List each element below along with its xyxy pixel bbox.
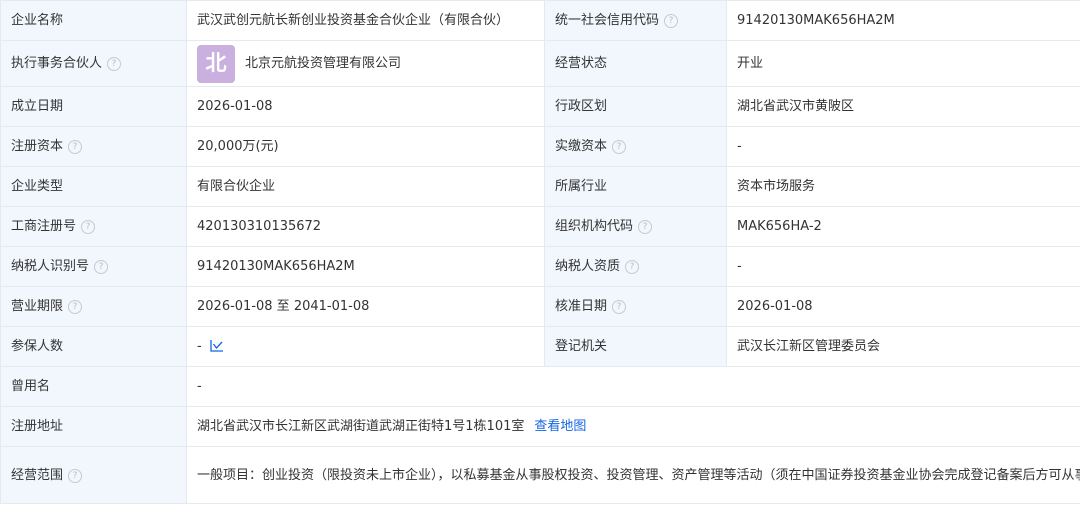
- status-label: 经营状态: [544, 40, 727, 87]
- taxpayer-qual-label: 纳税人资质: [555, 259, 621, 274]
- help-icon[interactable]: ?: [664, 14, 679, 28]
- scope-value: 一般项目：创业投资（限投资未上市企业），以私募基金从事股权投资、投资管理、资产管…: [186, 446, 1080, 504]
- credit-code-label-cell: 统一社会信用代码?: [544, 0, 727, 41]
- table-row: 企业类型 有限合伙企业 所属行业 资本市场服务: [0, 166, 1080, 207]
- company-logo-avatar[interactable]: 北: [197, 44, 235, 83]
- authority-value: 武汉长江新区管理委员会: [726, 326, 1080, 367]
- term-label: 营业期限: [11, 299, 64, 314]
- org-code-label: 组织机构代码: [555, 219, 634, 234]
- help-icon[interactable]: ?: [612, 300, 627, 314]
- founded-label: 成立日期: [0, 86, 187, 127]
- partner-value-cell: 北 北京元航投资管理有限公司: [186, 40, 545, 87]
- approval-date-label-cell: 核准日期?: [544, 286, 727, 327]
- table-row: 营业期限? 2026-01-08 至 2041-01-08 核准日期? 2026…: [0, 286, 1080, 327]
- reg-capital-value: 20,000万(元): [186, 126, 545, 167]
- business-info-table: 企业名称 武汉武创元航长新创业投资基金合伙企业（有限合伙） 统一社会信用代码? …: [0, 0, 1080, 504]
- type-label: 企业类型: [0, 166, 187, 207]
- table-row: 企业名称 武汉武创元航长新创业投资基金合伙企业（有限合伙） 统一社会信用代码? …: [0, 0, 1080, 41]
- reg-capital-label-cell: 注册资本?: [0, 126, 187, 167]
- taxpayer-id-label-cell: 纳税人识别号?: [0, 246, 187, 287]
- help-icon[interactable]: ?: [68, 468, 83, 483]
- scope-label: 经营范围: [11, 467, 64, 483]
- address-value: 湖北省武汉市长江新区武湖街道武湖正街特1号1栋101室: [197, 419, 525, 434]
- former-name-label: 曾用名: [0, 366, 187, 407]
- table-row: 工商注册号? 420130310135672 组织机构代码? MAK656HA-…: [0, 206, 1080, 247]
- help-icon[interactable]: ?: [625, 260, 640, 274]
- partner-label: 执行事务合伙人: [11, 56, 103, 71]
- former-name-value: -: [186, 366, 1080, 407]
- taxpayer-id-label: 纳税人识别号: [11, 259, 90, 274]
- industry-value: 资本市场服务: [726, 166, 1080, 207]
- partner-company-link[interactable]: 北京元航投资管理有限公司: [245, 54, 401, 73]
- help-icon[interactable]: ?: [68, 140, 83, 154]
- help-icon[interactable]: ?: [107, 57, 122, 71]
- company-name-value: 武汉武创元航长新创业投资基金合伙企业（有限合伙）: [186, 0, 545, 41]
- org-code-value: MAK656HA-2: [726, 206, 1080, 247]
- paid-capital-label-cell: 实缴资本?: [544, 126, 727, 167]
- insured-label: 参保人数: [0, 326, 187, 367]
- industry-label: 所属行业: [544, 166, 727, 207]
- company-name-label: 企业名称: [0, 0, 187, 41]
- address-label: 注册地址: [0, 406, 187, 447]
- taxpayer-qual-label-cell: 纳税人资质?: [544, 246, 727, 287]
- paid-capital-label: 实缴资本: [555, 139, 608, 154]
- reg-no-label: 工商注册号: [11, 219, 77, 234]
- table-row: 注册资本? 20,000万(元) 实缴资本? -: [0, 126, 1080, 167]
- table-row: 经营范围? 一般项目：创业投资（限投资未上市企业），以私募基金从事股权投资、投资…: [0, 446, 1080, 504]
- region-label: 行政区划: [544, 86, 727, 127]
- table-row: 成立日期 2026-01-08 行政区划 湖北省武汉市黄陂区: [0, 86, 1080, 127]
- credit-code-label: 统一社会信用代码: [555, 13, 660, 28]
- table-row: 纳税人识别号? 91420130MAK656HA2M 纳税人资质? -: [0, 246, 1080, 287]
- insured-value-cell: -: [186, 326, 545, 367]
- insured-value: -: [197, 339, 202, 354]
- partner-label-cell: 执行事务合伙人?: [0, 40, 187, 87]
- help-icon[interactable]: ?: [94, 260, 109, 274]
- table-row: 曾用名 -: [0, 366, 1080, 407]
- view-map-link[interactable]: 查看地图: [534, 419, 586, 434]
- reg-capital-label: 注册资本: [11, 139, 64, 154]
- table-row: 参保人数 - 登记机关 武汉长江新区管理委员会: [0, 326, 1080, 367]
- paid-capital-value: -: [726, 126, 1080, 167]
- reg-no-label-cell: 工商注册号?: [0, 206, 187, 247]
- credit-code-value: 91420130MAK656HA2M: [726, 0, 1080, 41]
- approval-date-value: 2026-01-08: [726, 286, 1080, 327]
- approval-date-label: 核准日期: [555, 299, 608, 314]
- help-icon[interactable]: ?: [612, 140, 627, 154]
- org-code-label-cell: 组织机构代码?: [544, 206, 727, 247]
- table-row: 执行事务合伙人? 北 北京元航投资管理有限公司 经营状态 开业: [0, 40, 1080, 87]
- scope-label-cell: 经营范围?: [0, 446, 187, 504]
- status-value: 开业: [726, 40, 1080, 87]
- founded-value: 2026-01-08: [186, 86, 545, 127]
- help-icon[interactable]: ?: [638, 220, 653, 234]
- term-value: 2026-01-08 至 2041-01-08: [186, 286, 545, 327]
- type-value: 有限合伙企业: [186, 166, 545, 207]
- region-value: 湖北省武汉市黄陂区: [726, 86, 1080, 127]
- table-row: 注册地址 湖北省武汉市长江新区武湖街道武湖正街特1号1栋101室 查看地图: [0, 406, 1080, 447]
- reg-no-value: 420130310135672: [186, 206, 545, 247]
- taxpayer-id-value: 91420130MAK656HA2M: [186, 246, 545, 287]
- address-value-cell: 湖北省武汉市长江新区武湖街道武湖正街特1号1栋101室 查看地图: [186, 406, 1080, 447]
- taxpayer-qual-value: -: [726, 246, 1080, 287]
- trend-chart-icon[interactable]: [210, 339, 224, 352]
- term-label-cell: 营业期限?: [0, 286, 187, 327]
- help-icon[interactable]: ?: [81, 220, 96, 234]
- authority-label: 登记机关: [544, 326, 727, 367]
- help-icon[interactable]: ?: [68, 300, 83, 314]
